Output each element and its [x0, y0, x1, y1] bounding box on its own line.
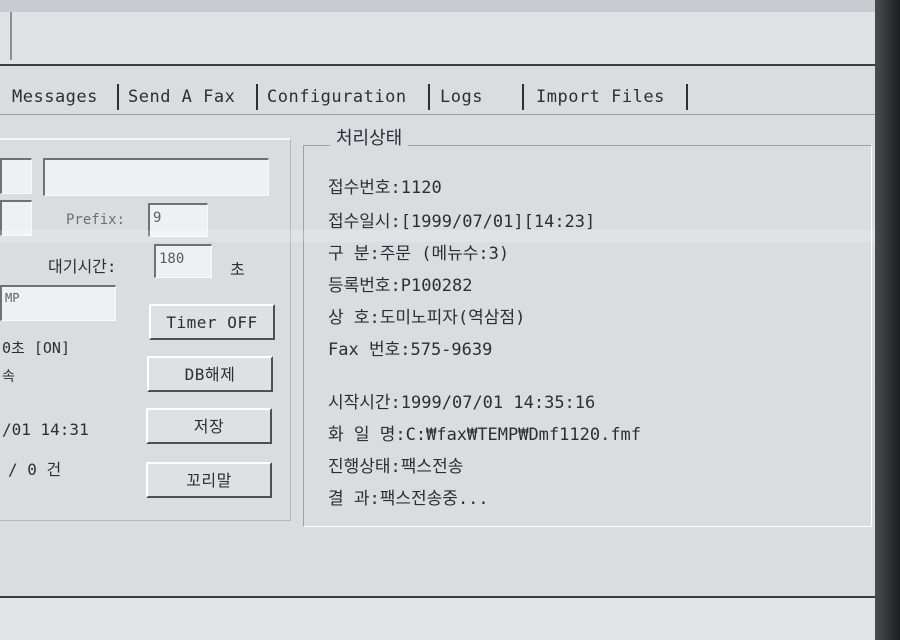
monitor-bezel [875, 0, 900, 640]
db-release-button[interactable]: DB해제 [147, 356, 273, 392]
tab-separator [256, 84, 258, 110]
save-button[interactable]: 저장 [146, 408, 272, 444]
tab-messages[interactable]: Messages [8, 84, 102, 110]
app-window: Messages Send A Fax Configuration Logs I… [0, 0, 875, 640]
toolbar-edge [10, 12, 12, 60]
bottom-area [0, 598, 875, 640]
status-value: 도미노피자(역삼점) [379, 308, 526, 328]
status-key: 접수일시: [328, 212, 401, 232]
status-row-fax-no: Fax 번호:575-9639 [328, 335, 492, 360]
timer-off-button[interactable]: Timer OFF [149, 304, 275, 340]
status-row-company: 상 호:도미노피자(역삼점) [328, 303, 525, 328]
path-field[interactable]: MP [0, 285, 116, 321]
status-title: 처리상태 [330, 124, 409, 150]
status-key: 화 일 명: [328, 425, 406, 445]
wait-time-input[interactable]: 180 [154, 244, 212, 278]
field-2[interactable] [43, 158, 269, 196]
status-value: 575-9639 [410, 340, 493, 360]
tab-bar: Messages Send A Fax Configuration Logs I… [0, 80, 875, 114]
status-value: 1120 [400, 178, 442, 198]
toolbar-area [0, 12, 875, 66]
status-value: 주문 (메뉴수:3) [379, 244, 510, 264]
tab-import-files[interactable]: Import Files [532, 84, 669, 110]
status-value: 팩스전송 [400, 457, 464, 477]
tab-separator [117, 84, 119, 110]
tab-separator [428, 84, 430, 110]
tab-underline [0, 114, 875, 115]
status-value: 팩스전송중... [379, 489, 489, 509]
tab-logs[interactable]: Logs [436, 84, 487, 110]
status-key: 구 분: [328, 244, 380, 264]
timer-status-text: 0초 [ON] [2, 339, 70, 357]
wait-time-label: 대기시간: [48, 257, 117, 276]
status-key: 시작시간: [328, 393, 401, 413]
status-text-2: 속 [2, 369, 15, 385]
status-key: 접수번호: [328, 178, 401, 198]
status-row-reg-no: 등록번호:P100282 [328, 271, 472, 296]
status-value: 1999/07/01 14:35:16 [400, 393, 596, 413]
status-row-progress: 진행상태:팩스전송 [328, 452, 463, 477]
status-row-receipt-datetime: 접수일시:[1999/07/01][14:23] [328, 207, 595, 232]
status-key: 결 과: [328, 489, 380, 509]
screen-glare [0, 230, 875, 242]
status-row-start-time: 시작시간:1999/07/01 14:35:16 [328, 388, 595, 413]
status-row-category: 구 분:주문 (메뉴수:3) [328, 239, 509, 264]
status-key: 등록번호: [328, 276, 401, 296]
status-row-result: 결 과:팩스전송중... [328, 484, 489, 509]
status-key: Fax 번호: [328, 340, 411, 360]
wait-time-unit: 초 [230, 260, 245, 279]
tab-separator [686, 84, 688, 110]
status-value: [1999/07/01][14:23] [400, 212, 596, 232]
count-text: / 0 건 [8, 460, 62, 479]
prefix-label: Prefix: [66, 212, 126, 228]
tail-message-button[interactable]: 꼬리말 [146, 462, 272, 498]
status-value: P100282 [400, 276, 473, 296]
status-key: 진행상태: [328, 457, 401, 477]
status-row-receipt-no: 접수번호:1120 [328, 173, 442, 198]
status-row-filename: 화 일 명:C:₩fax₩TEMP₩Dmf1120.fmf [328, 420, 641, 445]
last-time-text: /01 14:31 [2, 420, 89, 439]
tab-separator [522, 84, 524, 110]
field-1[interactable] [0, 158, 32, 194]
status-value: C:₩fax₩TEMP₩Dmf1120.fmf [405, 425, 642, 445]
status-key: 상 호: [328, 308, 380, 328]
tab-configuration[interactable]: Configuration [263, 84, 411, 110]
tab-send-a-fax[interactable]: Send A Fax [124, 84, 239, 110]
